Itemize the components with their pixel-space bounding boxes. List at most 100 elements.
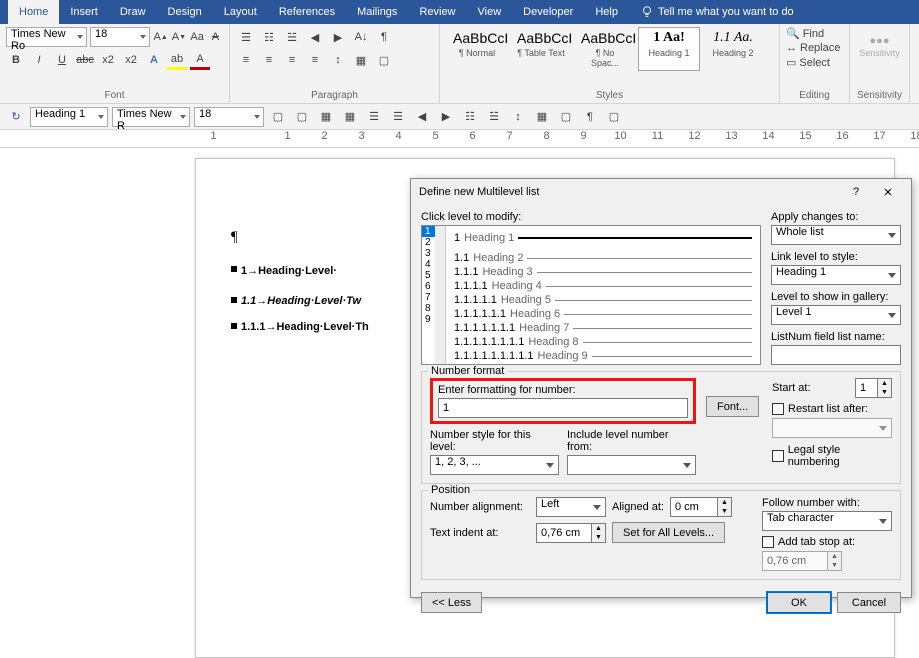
number-style-combo[interactable]: 1, 2, 3, ... [430, 455, 559, 475]
find-button[interactable]: 🔍Find [786, 27, 843, 40]
restart-combo[interactable] [772, 418, 892, 438]
enter-formatting-input[interactable] [438, 398, 688, 418]
qat-icon-6[interactable]: ☰ [388, 107, 408, 127]
bullets-icon[interactable]: ☰ [236, 27, 256, 47]
qat-icon-11[interactable]: ↕ [508, 107, 528, 127]
apply-changes-combo[interactable]: Whole list [771, 225, 901, 245]
qat-icon-15[interactable]: ▢ [604, 107, 624, 127]
bold-icon[interactable]: B [6, 50, 26, 70]
qat-icon-7[interactable]: ◀ [412, 107, 432, 127]
style-no-spacing[interactable]: AaBbCcI¶ No Spac... [574, 27, 636, 71]
qat-icon-2[interactable]: ▢ [292, 107, 312, 127]
ruler[interactable]: 1123456789101112131415161718 [0, 130, 919, 148]
qat-size-combo[interactable]: 18 [194, 107, 264, 127]
grow-font-icon[interactable]: A▲ [153, 27, 168, 47]
qat-icon-10[interactable]: ☱ [484, 107, 504, 127]
qat-icon-4[interactable]: ▦ [340, 107, 360, 127]
style-combo[interactable]: Heading 1 [30, 107, 108, 127]
styles-gallery[interactable]: AaBbCcI¶ Normal AaBbCcI¶ Table Text AaBb… [446, 27, 773, 71]
underline-icon[interactable]: U [52, 50, 72, 70]
line-spacing-icon[interactable]: ↕ [328, 50, 348, 70]
show-gallery-combo[interactable]: Level 1 [771, 305, 901, 325]
strikethrough-icon[interactable]: abc [75, 50, 95, 70]
add-tab-checkbox[interactable] [762, 536, 774, 548]
show-pilcrow-icon[interactable]: ¶ [374, 27, 394, 47]
qat-icon-9[interactable]: ☷ [460, 107, 480, 127]
italic-icon[interactable]: I [29, 50, 49, 70]
tab-mailings[interactable]: Mailings [346, 0, 408, 24]
include-level-combo[interactable] [567, 455, 696, 475]
borders-icon[interactable]: ▢ [374, 50, 394, 70]
level-list[interactable]: 1 2 3 4 5 6 7 8 9 [422, 226, 446, 364]
close-button[interactable]: ✕ [873, 182, 903, 202]
style-normal[interactable]: AaBbCcI¶ Normal [446, 27, 508, 71]
font-size-combo[interactable]: 18 [90, 27, 150, 47]
set-all-levels-button[interactable]: Set for All Levels... [612, 522, 725, 543]
spin-up-icon[interactable]: ▲ [878, 379, 891, 388]
tab-insert[interactable]: Insert [59, 0, 109, 24]
qat-font-combo[interactable]: Times New R [112, 107, 190, 127]
tab-draw[interactable]: Draw [109, 0, 157, 24]
cancel-button[interactable]: Cancel [837, 592, 901, 613]
justify-icon[interactable]: ≡ [305, 50, 325, 70]
numbering-icon[interactable]: ☷ [259, 27, 279, 47]
qat-icon-8[interactable]: ▶ [436, 107, 456, 127]
start-at-input[interactable] [855, 378, 878, 398]
sensitivity-button[interactable]: ●●●Sensitivity [856, 35, 903, 59]
select-button[interactable]: ▭Select [786, 56, 843, 69]
multilevel-icon[interactable]: ☱ [282, 27, 302, 47]
shading-icon[interactable]: ▦ [351, 50, 371, 70]
align-left-icon[interactable]: ≡ [236, 50, 256, 70]
tab-home[interactable]: Home [8, 0, 59, 24]
tell-me[interactable]: Tell me what you want to do [629, 0, 805, 24]
tab-view[interactable]: View [467, 0, 513, 24]
subscript-icon[interactable]: x2 [98, 50, 118, 70]
add-tab-input[interactable] [762, 551, 828, 571]
link-level-combo[interactable]: Heading 1 [771, 265, 901, 285]
listnum-input[interactable] [771, 345, 901, 365]
legal-checkbox[interactable] [772, 450, 784, 462]
sort-icon[interactable]: A↓ [351, 27, 371, 47]
tab-design[interactable]: Design [157, 0, 213, 24]
highlight-icon[interactable]: ab [167, 50, 187, 70]
qat-icon-5[interactable]: ☰ [364, 107, 384, 127]
style-table-text[interactable]: AaBbCcI¶ Table Text [510, 27, 572, 71]
font-name-combo[interactable]: Times New Ro [6, 27, 87, 47]
tab-layout[interactable]: Layout [213, 0, 268, 24]
less-button[interactable]: << Less [421, 592, 482, 613]
align-right-icon[interactable]: ≡ [282, 50, 302, 70]
style-heading2[interactable]: 1.1 Aa.Heading 2 [702, 27, 764, 71]
follow-number-combo[interactable]: Tab character [762, 511, 892, 531]
align-center-icon[interactable]: ≡ [259, 50, 279, 70]
decrease-indent-icon[interactable]: ◀ [305, 27, 325, 47]
level-scrollbar[interactable] [435, 226, 445, 364]
clear-format-icon[interactable]: A [208, 27, 223, 47]
font-color-icon[interactable]: A [190, 50, 210, 70]
tab-developer[interactable]: Developer [512, 0, 584, 24]
superscript-icon[interactable]: x2 [121, 50, 141, 70]
restart-checkbox[interactable] [772, 403, 784, 415]
font-button[interactable]: Font... [706, 396, 759, 417]
text-indent-input[interactable] [536, 523, 592, 543]
qat-icon-12[interactable]: ▦ [532, 107, 552, 127]
text-effects-icon[interactable]: A [144, 50, 164, 70]
aligned-at-input[interactable] [670, 497, 718, 517]
tab-references[interactable]: References [268, 0, 346, 24]
listnum-label: ListNum field list name: [771, 331, 901, 343]
spin-down-icon[interactable]: ▼ [878, 388, 891, 397]
qat-icon-13[interactable]: ▢ [556, 107, 576, 127]
help-button[interactable]: ? [841, 182, 871, 202]
ok-button[interactable]: OK [767, 592, 831, 613]
change-case-icon[interactable]: Aa [190, 27, 205, 47]
increase-indent-icon[interactable]: ▶ [328, 27, 348, 47]
qat-icon-1[interactable]: ▢ [268, 107, 288, 127]
qat-icon-14[interactable]: ¶ [580, 107, 600, 127]
refresh-icon[interactable]: ↻ [6, 107, 26, 127]
qat-icon-3[interactable]: ▦ [316, 107, 336, 127]
tab-review[interactable]: Review [408, 0, 466, 24]
shrink-font-icon[interactable]: A▼ [171, 27, 186, 47]
style-heading1[interactable]: 1 Aa!Heading 1 [638, 27, 700, 71]
replace-button[interactable]: ↔Replace [786, 42, 843, 54]
number-alignment-combo[interactable]: Left [536, 497, 606, 517]
tab-help[interactable]: Help [584, 0, 629, 24]
